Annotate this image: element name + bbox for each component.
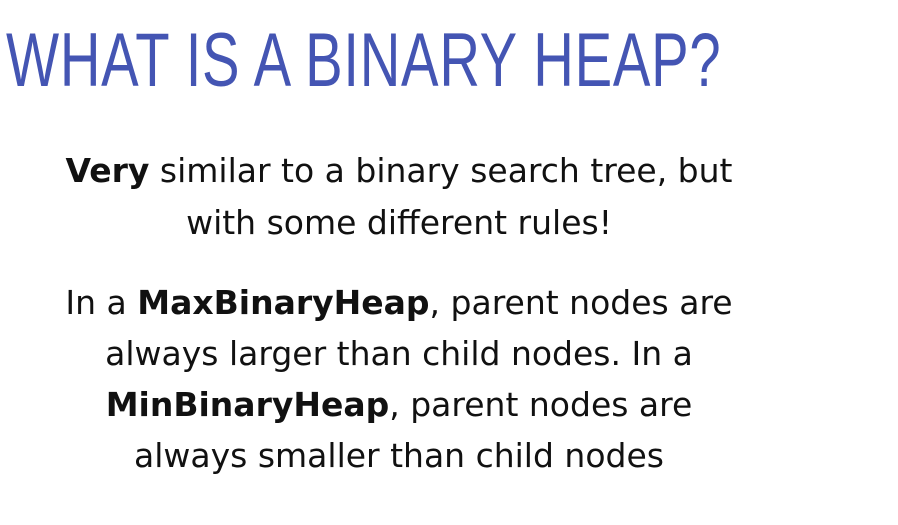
definition-line-1-pre: In a [65, 283, 138, 322]
definition-line-4: always smaller than child nodes [134, 436, 664, 475]
definition-line-1-post: , parent nodes are [429, 283, 733, 322]
max-binary-heap-term: MaxBinaryHeap [137, 283, 430, 322]
intro-paragraph: Very similar to a binary search tree, bu… [0, 145, 798, 249]
definition-line-3-post: , parent nodes are [389, 385, 693, 424]
definition-paragraph: In a MaxBinaryHeap, parent nodes are alw… [0, 277, 798, 481]
min-binary-heap-term: MinBinaryHeap [105, 385, 390, 424]
slide: WHAT IS A BINARY HEAP? Very similar to a… [0, 0, 898, 525]
intro-line-1: Very similar to a binary search tree, bu… [0, 145, 798, 197]
definition-line-3: MinBinaryHeap, parent nodes are [0, 379, 798, 430]
definition-line-1: In a MaxBinaryHeap, parent nodes are [0, 277, 798, 328]
definition-line-2: always larger than child nodes. In a [105, 334, 693, 373]
intro-emphasis: Very [65, 151, 150, 190]
intro-line-2: with some different rules! [186, 203, 612, 242]
slide-title: WHAT IS A BINARY HEAP? [6, 18, 722, 103]
intro-line-1-text: similar to a binary search tree, but [149, 151, 733, 190]
